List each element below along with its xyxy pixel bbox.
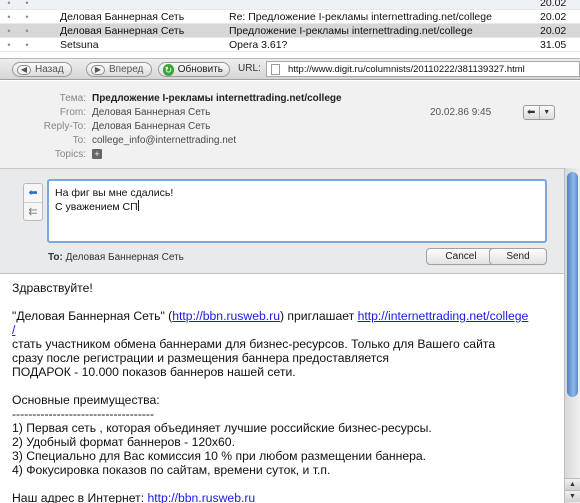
intro-line: "Деловая Баннерная Сеть" (http://bbn.rus… xyxy=(12,309,560,323)
address-link[interactable]: http://bbn.rusweb.ru xyxy=(147,491,255,503)
subject-value: Предложение I-рекламы internettrading.ne… xyxy=(92,93,342,104)
link-continuation: / xyxy=(12,323,560,337)
message-body: Здравствуйте! "Деловая Баннерная Сеть" (… xyxy=(12,281,560,503)
status-dot-icon: • xyxy=(7,25,11,36)
reply-icon[interactable]: ⬅ xyxy=(24,184,42,202)
from-value[interactable]: Деловая Баннерная Сеть xyxy=(92,107,210,118)
reply-to-value: Деловая Баннерная Сеть xyxy=(65,252,184,263)
address-prefix: Наш адрес в Интернет: xyxy=(12,491,148,503)
chevron-down-icon[interactable]: ▼ xyxy=(538,106,555,119)
back-label: Назад xyxy=(35,64,64,75)
replyto-label: Reply-To: xyxy=(43,121,86,132)
status-dot-icon: • xyxy=(25,39,29,50)
refresh-button[interactable]: ↻ Обновить xyxy=(158,62,230,77)
advantage-item-2: 2) Удобный формат баннеров - 120x60. xyxy=(12,435,235,449)
reply-arrow-icon[interactable]: ⬅ xyxy=(524,106,539,119)
refresh-label: Обновить xyxy=(177,64,223,75)
scroll-down-arrow-icon[interactable]: ▼ xyxy=(565,490,580,502)
message-date: 31.05 xyxy=(540,38,567,51)
message-sender: Деловая Баннерная Сеть xyxy=(60,10,185,23)
message-subject: Opera 3.61? xyxy=(229,38,288,51)
message-row[interactable]: • • Setsuna Opera 3.61? 31.05 xyxy=(0,38,580,52)
message-subject: Предложение I-рекламы internettrading.ne… xyxy=(229,24,473,37)
message-row[interactable]: • • 20.02 xyxy=(0,0,580,10)
reply-all-icon[interactable]: ⇇ xyxy=(24,202,42,220)
reply-line-2: С уважением СП xyxy=(55,201,138,213)
address-line: Наш адрес в Интернет: http://bbn.rusweb.… xyxy=(12,491,560,503)
message-list: • • 20.02 • • Деловая Баннерная Сеть Re:… xyxy=(0,0,580,52)
message-row-selected[interactable]: • • Деловая Баннерная Сеть Предложение I… xyxy=(0,24,580,38)
message-sender: Деловая Баннерная Сеть xyxy=(60,24,185,37)
forward-button[interactable]: ▶ Вперед xyxy=(86,62,152,77)
scroll-thumb[interactable] xyxy=(567,172,578,397)
forward-arrow-icon: ▶ xyxy=(91,64,105,75)
body-line-3: стать участником обмена баннерами для би… xyxy=(12,337,496,351)
intro-prefix: "Деловая Баннерная Сеть" ( xyxy=(12,309,173,323)
subject-label: Тема: xyxy=(59,93,86,104)
forward-label: Вперед xyxy=(109,64,144,75)
advantage-item-3: 3) Специально для Вас комиссия 10 % при … xyxy=(12,449,427,463)
college-link-end[interactable]: / xyxy=(12,323,15,337)
message-date: 20.02 xyxy=(540,10,567,23)
message-row[interactable]: • • Деловая Баннерная Сеть Re: Предложен… xyxy=(0,10,580,24)
scroll-up-arrow-icon[interactable]: ▲ xyxy=(565,478,580,490)
reply-to-label: To: xyxy=(48,252,63,263)
mail-window: • • 20.02 • • Деловая Баннерная Сеть Re:… xyxy=(0,0,580,503)
advantages-title: Основные преимущества: xyxy=(12,393,160,407)
quick-reply-panel: ⬅ ⇇ На фиг вы мне сдались! С уважением С… xyxy=(0,168,564,274)
body-line-4: сразу после регистрации и размещения бан… xyxy=(12,351,389,365)
status-dot-icon: • xyxy=(7,11,11,22)
to-value[interactable]: college_info@internettrading.net xyxy=(92,135,236,146)
to-label: To: xyxy=(72,135,86,146)
status-dot-icon: • xyxy=(25,25,29,36)
message-date: 20.02.86 9:45 xyxy=(430,107,492,118)
text-caret xyxy=(137,200,139,211)
page-icon xyxy=(271,63,280,75)
advantage-item-4: 4) Фокусировка показов по сайтам, времен… xyxy=(12,463,331,477)
replyto-value[interactable]: Деловая Баннерная Сеть xyxy=(92,121,210,132)
advantage-item-1: 1) Первая сеть , которая объединяет лучш… xyxy=(12,421,432,435)
status-dot-icon: • xyxy=(7,0,11,8)
message-sender: Setsuna xyxy=(60,38,99,51)
back-arrow-icon: ◀ xyxy=(17,64,31,75)
greeting: Здравствуйте! xyxy=(12,281,93,295)
reply-split-button[interactable]: ⬅ ▼ xyxy=(523,105,555,120)
url-label: URL: xyxy=(238,63,261,74)
back-button[interactable]: ◀ Назад xyxy=(12,62,72,77)
reply-line-1: На фиг вы мне сдались! xyxy=(55,187,174,199)
message-date: 20.02 xyxy=(540,0,567,9)
status-dot-icon: • xyxy=(25,0,29,8)
divider-line: ----------------------------------- xyxy=(12,407,155,421)
url-text: http://www.digit.ru/columnists/20110222/… xyxy=(288,63,525,75)
send-button[interactable]: Send xyxy=(489,248,547,265)
topics-label: Topics: xyxy=(54,149,86,160)
intro-mid: ) приглашает xyxy=(279,309,358,323)
url-input[interactable]: http://www.digit.ru/columnists/20110222/… xyxy=(266,61,580,77)
message-header: Тема: Предложение I-рекламы internettrad… xyxy=(0,81,580,168)
status-dot-icon: • xyxy=(7,39,11,50)
refresh-icon: ↻ xyxy=(163,63,174,76)
message-subject: Re: Предложение I-рекламы internettradin… xyxy=(229,10,492,23)
college-link[interactable]: http://internettrading.net/college xyxy=(358,309,529,323)
status-dot-icon: • xyxy=(25,11,29,22)
browser-toolbar: ◀ Назад ▶ Вперед ↻ Обновить URL: http://… xyxy=(0,58,580,80)
cancel-button[interactable]: Cancel xyxy=(426,248,496,265)
reply-mode-switch: ⬅ ⇇ xyxy=(23,183,43,221)
from-label: From: xyxy=(59,107,86,118)
body-line-5: ПОДАРОК - 10.000 показов баннеров нашей … xyxy=(12,365,296,379)
bbn-link[interactable]: http://bbn.rusweb.ru xyxy=(172,309,280,323)
message-date: 20.02 xyxy=(540,24,567,37)
reply-recipient: To: Деловая Баннерная Сеть xyxy=(48,252,184,263)
vertical-scrollbar[interactable]: ▲ ▼ xyxy=(564,168,580,503)
add-topic-icon[interactable]: + xyxy=(92,149,102,159)
reply-textarea[interactable]: На фиг вы мне сдались! С уважением СП xyxy=(47,179,547,243)
reply-line-2-wrap: С уважением СП xyxy=(55,200,539,214)
